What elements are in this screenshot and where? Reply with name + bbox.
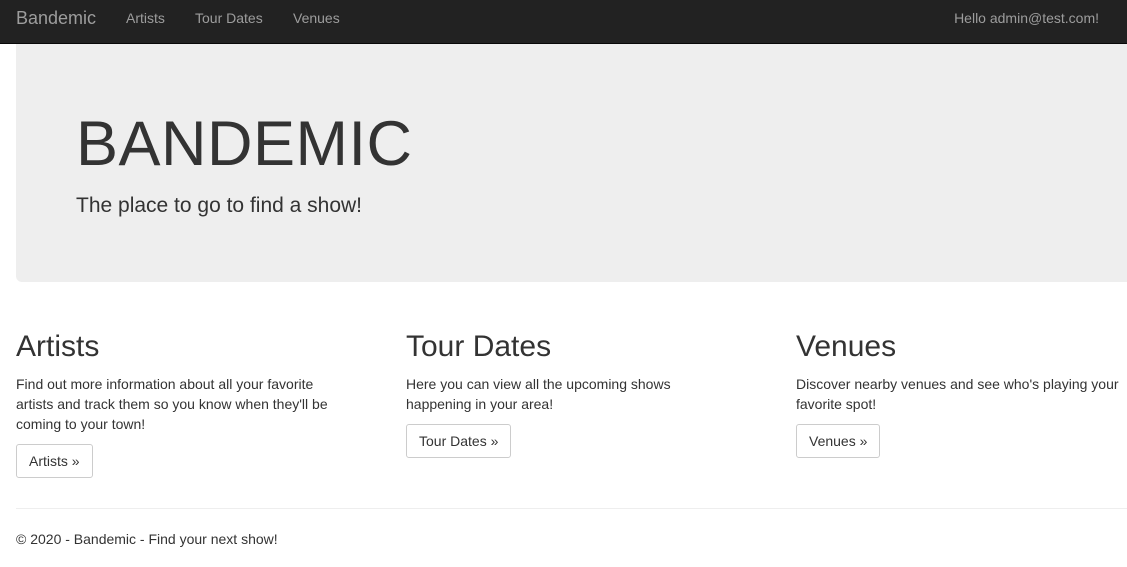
tour-dates-button[interactable]: Tour Dates »	[406, 424, 512, 458]
venues-button[interactable]: Venues »	[796, 424, 881, 458]
nav-link-artists[interactable]: Artists	[126, 0, 165, 36]
section-artists: Artists Find out more information about …	[16, 326, 346, 478]
footer-text: © 2020 - Bandemic - Find your next show!	[16, 531, 278, 547]
user-greeting[interactable]: Hello admin@test.com!	[954, 0, 1099, 36]
section-venues: Venues Discover nearby venues and see wh…	[796, 326, 1126, 458]
section-text-tour-dates: Here you can view all the upcoming shows…	[406, 376, 671, 412]
section-heading-tour-dates: Tour Dates	[406, 330, 552, 363]
section-text-artists: Find out more information about all your…	[16, 376, 328, 432]
nav-link-venues[interactable]: Venues	[293, 0, 340, 36]
hero-subtitle: The place to go to find a show!	[76, 194, 363, 217]
nav-link-tour-dates[interactable]: Tour Dates	[195, 0, 263, 36]
footer-divider	[16, 508, 1127, 509]
artists-button[interactable]: Artists »	[16, 444, 93, 478]
brand-link[interactable]: Bandemic	[16, 0, 96, 36]
hero-title: BANDEMIC	[76, 109, 413, 179]
top-navbar: Bandemic Artists Tour Dates Venues Hello…	[0, 0, 1127, 44]
section-heading-venues: Venues	[796, 330, 897, 363]
section-text-venues: Discover nearby venues and see who's pla…	[796, 376, 1119, 412]
section-tour-dates: Tour Dates Here you can view all the upc…	[406, 326, 736, 458]
section-heading-artists: Artists	[16, 330, 100, 363]
hero-jumbotron: BANDEMIC The place to go to find a show!	[16, 44, 1127, 282]
